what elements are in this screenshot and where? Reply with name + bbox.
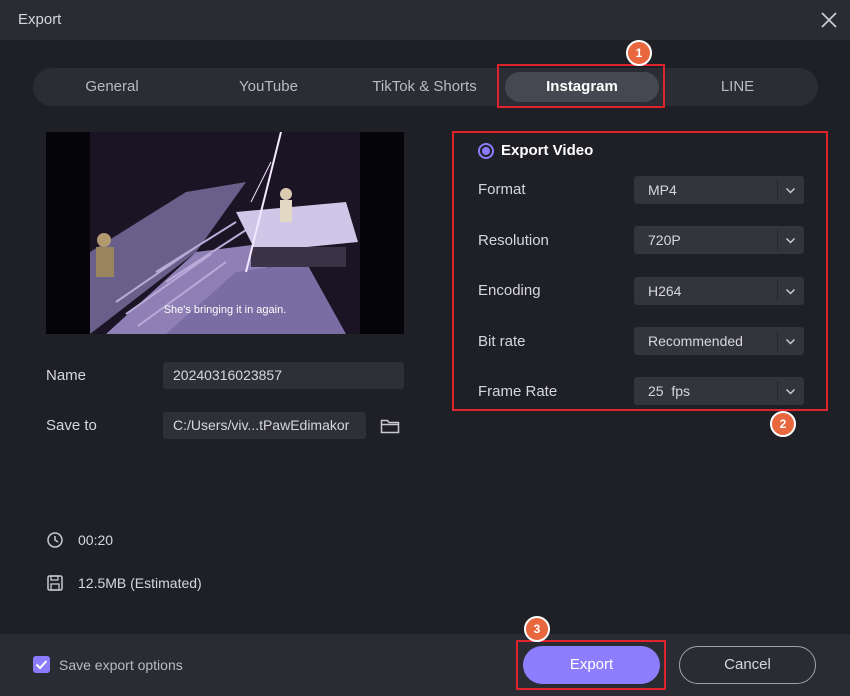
select-divider [777, 281, 778, 301]
export-button[interactable]: Export [523, 646, 660, 684]
encoding-label: Encoding [478, 282, 541, 299]
save-to-label: Save to [46, 417, 97, 434]
export-dialog-body: General YouTube TikTok & Shorts Instagra… [0, 40, 850, 634]
bit-rate-select[interactable]: Recommended [634, 327, 804, 355]
check-icon [35, 660, 48, 670]
export-settings-panel: Export Video Format MP4 Resolution 720P … [452, 131, 828, 411]
tab-general[interactable]: General [33, 68, 191, 106]
resolution-value: 720P [648, 232, 681, 248]
platform-tabs: General YouTube TikTok & Shorts Instagra… [33, 68, 818, 106]
frame-rate-label: Frame Rate [478, 383, 558, 400]
resolution-label: Resolution [478, 232, 549, 249]
video-preview: She's bringing it in again. [46, 132, 404, 334]
window-title: Export [18, 11, 62, 28]
folder-icon[interactable] [380, 418, 400, 434]
chevron-down-icon [785, 288, 796, 295]
cancel-button[interactable]: Cancel [679, 646, 816, 684]
chevron-down-icon [785, 388, 796, 395]
encoding-value: H264 [648, 283, 682, 299]
save-export-options-label: Save export options [59, 657, 183, 673]
close-icon[interactable] [818, 9, 840, 31]
tab-line[interactable]: LINE [661, 68, 814, 106]
save-path-input[interactable]: C:/Users/viv...tPawEdimakor [163, 412, 366, 439]
frame-rate-value: 25 fps [648, 383, 691, 399]
export-video-label: Export Video [501, 142, 594, 159]
format-value: MP4 [648, 182, 677, 198]
save-export-options-checkbox[interactable] [33, 656, 50, 673]
annotation-badge-1: 1 [626, 40, 652, 66]
select-divider [777, 230, 778, 250]
disk-icon [46, 574, 64, 592]
select-divider [777, 331, 778, 351]
chevron-down-icon [785, 237, 796, 244]
format-label: Format [478, 181, 526, 198]
encoding-select[interactable]: H264 [634, 277, 804, 305]
annotation-badge-3: 3 [524, 616, 550, 642]
file-size-text: 12.5MB (Estimated) [78, 575, 202, 591]
resolution-select[interactable]: 720P [634, 226, 804, 254]
tab-youtube[interactable]: YouTube [191, 68, 346, 106]
chevron-down-icon [785, 338, 796, 345]
title-bar: Export [0, 0, 850, 40]
dialog-footer: Save export options Export Cancel [0, 634, 850, 696]
chevron-down-icon [785, 187, 796, 194]
frame-rate-select[interactable]: 25 fps [634, 377, 804, 405]
select-divider [777, 381, 778, 401]
video-subtitle: She's bringing it in again. [163, 304, 287, 316]
clock-icon [46, 531, 64, 549]
name-input[interactable]: 20240316023857 [163, 362, 404, 389]
tab-instagram[interactable]: Instagram [505, 72, 659, 102]
export-video-radio[interactable] [478, 143, 494, 159]
format-select[interactable]: MP4 [634, 176, 804, 204]
annotation-badge-2: 2 [770, 411, 796, 437]
select-divider [777, 180, 778, 200]
duration-text: 00:20 [78, 532, 114, 548]
tab-tiktok-shorts[interactable]: TikTok & Shorts [346, 68, 503, 106]
bit-rate-value: Recommended [648, 333, 743, 349]
name-label: Name [46, 367, 87, 384]
bit-rate-label: Bit rate [478, 333, 526, 350]
